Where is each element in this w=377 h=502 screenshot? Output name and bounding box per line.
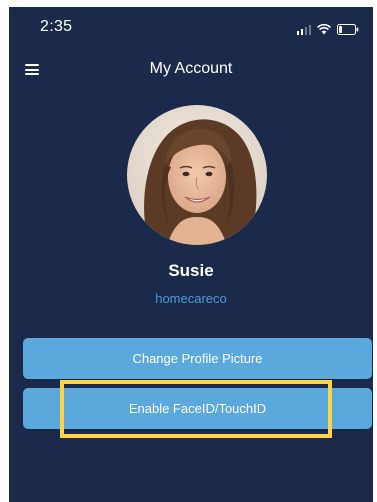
profile-name: Susie <box>168 261 214 280</box>
profile-company: homecareco <box>155 291 227 306</box>
app-screen: 2:35 My Account Susie homecareco Change … <box>9 7 373 502</box>
wifi-icon <box>317 24 331 35</box>
profile-photo-icon <box>127 105 267 245</box>
change-profile-picture-button[interactable]: Change Profile Picture <box>23 338 372 379</box>
cellular-signal-icon <box>296 24 311 35</box>
battery-low-icon <box>337 24 359 35</box>
avatar <box>127 105 267 245</box>
status-bar: 2:35 <box>9 7 373 49</box>
page-title: My Account <box>149 60 233 77</box>
nav-bar: My Account <box>9 55 373 85</box>
change-profile-picture-label: Change Profile Picture <box>132 351 263 366</box>
status-icons <box>296 24 360 35</box>
enable-faceid-touchid-label: Enable FaceID/TouchID <box>128 401 267 416</box>
enable-faceid-touchid-button[interactable]: Enable FaceID/TouchID <box>23 388 372 429</box>
status-time: 2:35 <box>40 18 73 35</box>
